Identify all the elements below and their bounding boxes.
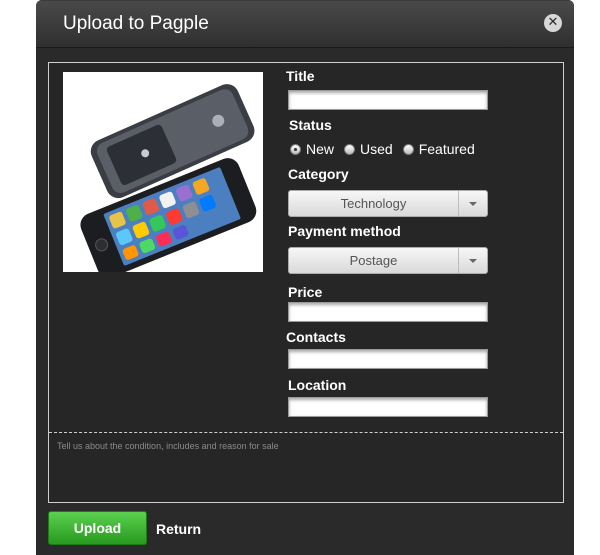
title-label: Title [286, 68, 315, 84]
product-photo [63, 72, 263, 278]
status-radio-new[interactable]: New [290, 141, 334, 157]
location-input[interactable] [289, 398, 487, 416]
contacts-input[interactable] [289, 350, 487, 368]
upload-dialog: Upload to Pagple ✕ Title Status New Used… [36, 0, 574, 555]
dialog-title: Upload to Pagple [63, 13, 209, 34]
dialog-titlebar: Upload to Pagple ✕ [36, 0, 574, 48]
location-field[interactable] [288, 397, 488, 417]
category-select[interactable]: Technology [288, 190, 488, 217]
location-label: Location [288, 377, 347, 393]
payment-method-value: Postage [349, 253, 398, 268]
chevron-down-icon[interactable] [459, 191, 487, 216]
price-field[interactable] [288, 302, 488, 322]
title-field[interactable] [288, 90, 488, 110]
return-link[interactable]: Return [156, 521, 201, 537]
status-radio-featured[interactable]: Featured [402, 141, 475, 157]
phone-image [80, 84, 257, 278]
title-input[interactable] [289, 91, 487, 109]
payment-method-label: Payment method [288, 223, 401, 239]
radio-checked-icon [290, 143, 301, 155]
status-option-label: Used [360, 141, 393, 157]
price-label: Price [288, 284, 323, 300]
radio-unchecked-icon [344, 143, 356, 155]
contacts-label: Contacts [286, 329, 346, 345]
status-label: Status [289, 117, 332, 133]
chevron-down-icon[interactable] [459, 248, 487, 273]
close-icon[interactable]: ✕ [544, 14, 562, 32]
form-panel: Title Status New Used Featured Category … [48, 62, 564, 503]
contacts-field[interactable] [288, 349, 488, 369]
category-label: Category [288, 166, 349, 182]
status-option-label: New [306, 141, 335, 157]
payment-method-select[interactable]: Postage [288, 247, 488, 274]
description-textarea-placeholder[interactable]: Tell us about the condition, includes an… [57, 441, 279, 451]
category-value: Technology [340, 196, 407, 211]
status-radio-used[interactable]: Used [344, 141, 393, 157]
status-option-label: Featured [418, 141, 475, 157]
dashed-divider [49, 432, 563, 433]
price-input[interactable] [289, 303, 487, 321]
radio-unchecked-icon [402, 143, 414, 155]
upload-button[interactable]: Upload [48, 511, 147, 545]
status-radio-group: New Used Featured [290, 140, 485, 158]
